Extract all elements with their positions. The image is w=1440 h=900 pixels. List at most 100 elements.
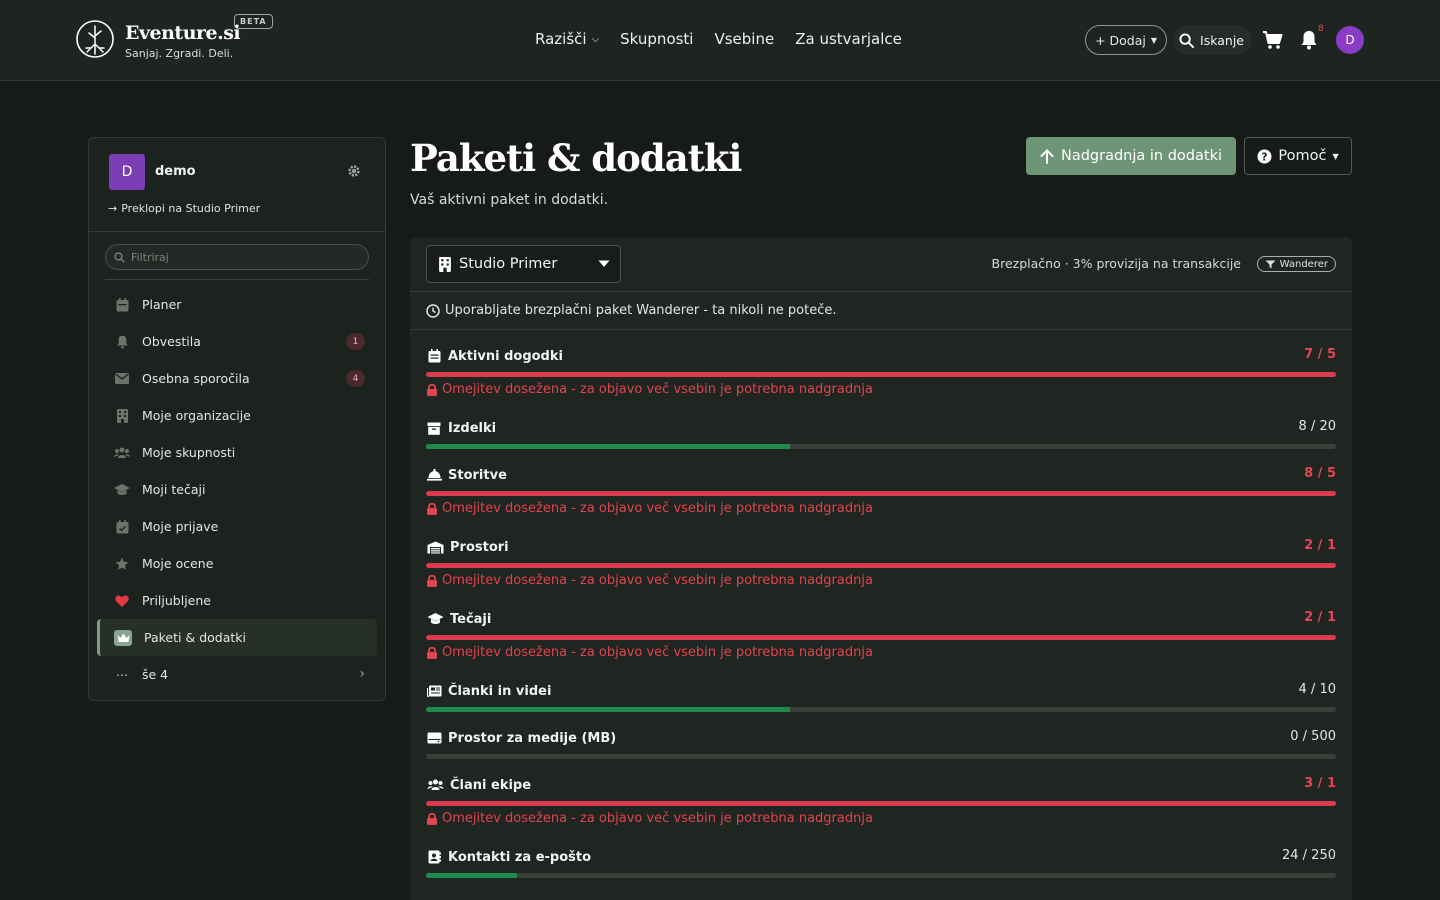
hdd-icon [426, 730, 442, 746]
search-button[interactable]: Iskanje [1173, 25, 1252, 55]
upgrade-button[interactable]: Nadgradnja in dodatki [1026, 137, 1236, 175]
nav-item-content[interactable]: Vsebine [714, 30, 774, 48]
users-icon [426, 777, 444, 793]
usage-bar-fill [426, 372, 1336, 377]
graduation-cap-icon [114, 482, 130, 498]
limit-warning: Omejitev dosežena - za objavo več vsebin… [426, 811, 873, 826]
bell-service-icon [426, 467, 442, 483]
ellipsis-icon: ⋯ [116, 667, 128, 682]
nav-item-explore[interactable]: Razišči ⌵ [535, 30, 599, 48]
limit-count: 2 / 1 [1304, 538, 1336, 553]
brand-logo[interactable]: Eventure.si Sanjaj. Zgradi. Deli. [74, 18, 241, 60]
limit-team-members: Člani ekipe 3 / 1 Omejitev dosežena - za… [426, 776, 1336, 826]
limit-email-contacts: Kontakti za e-pošto 24 / 250 [426, 848, 1336, 878]
sidebar-item-courses[interactable]: Moji tečaji [97, 471, 377, 508]
sidebar-item-reviews[interactable]: Moje ocene [97, 545, 377, 582]
newspaper-icon [426, 683, 442, 699]
bell-icon [1301, 31, 1317, 50]
user-avatar[interactable]: D [1336, 26, 1364, 54]
usage-bar [426, 873, 1336, 878]
profile-name: demo [155, 164, 196, 179]
building-icon [439, 256, 451, 272]
caret-down-icon: ▼ [1150, 35, 1158, 45]
box-icon [426, 420, 442, 436]
search-icon [114, 251, 125, 263]
limit-count: 4 / 10 [1298, 682, 1336, 697]
arrow-up-icon [1040, 148, 1054, 164]
usage-bar-fill [426, 707, 790, 712]
notification-count: 8 [1318, 24, 1324, 34]
usage-bar [426, 635, 1336, 640]
usage-bar [426, 563, 1336, 568]
sidebar-item-registrations[interactable]: Moje prijave [97, 508, 377, 545]
count-badge: 4 [346, 370, 365, 387]
studio-select[interactable]: Studio Primer [426, 245, 621, 283]
heart-icon [114, 593, 130, 609]
usage-bar-fill [426, 635, 1336, 640]
caret-down-icon: ▼ [1332, 151, 1339, 161]
beta-badge: BETA [234, 14, 273, 29]
notifications-button[interactable]: 8 [1300, 24, 1324, 50]
sidebar-item-favorites[interactable]: Priljubljene [97, 582, 377, 619]
search-icon [1179, 32, 1195, 48]
limit-label: Tečaji [450, 611, 492, 627]
tree-logo-icon [76, 20, 114, 58]
nav-item-creators[interactable]: Za ustvarjalce [795, 30, 902, 48]
limit-venues: Prostori 2 / 1 Omejitev dosežena - za ob… [426, 538, 1336, 588]
plan-card: Studio Primer Brezplačno · 3% provizija … [410, 237, 1352, 900]
chevron-right-icon: › [359, 666, 365, 682]
lock-icon [427, 812, 437, 825]
cart-icon[interactable] [1262, 29, 1284, 51]
limit-products: Izdelki 8 / 20 [426, 419, 1336, 449]
caret-down-icon [598, 260, 610, 267]
limit-courses: Tečaji 2 / 1 Omejitev dosežena - za obja… [426, 610, 1336, 660]
limit-count: 2 / 1 [1304, 610, 1336, 625]
sidebar-item-packages[interactable]: Paketi & dodatki [97, 619, 377, 656]
lock-icon [427, 502, 437, 515]
envelope-icon [114, 371, 130, 387]
limit-label: Kontakti za e-pošto [448, 849, 592, 865]
lock-icon [427, 383, 437, 396]
usage-bar-fill [426, 444, 790, 449]
usage-bar-fill [426, 563, 1336, 568]
usage-bar-fill [426, 873, 517, 878]
limit-warning: Omejitev dosežena - za objavo več vsebin… [426, 645, 873, 660]
limit-count: 8 / 5 [1304, 466, 1336, 481]
sidebar-item-organizations[interactable]: Moje organizacije [97, 397, 377, 434]
add-button[interactable]: + Dodaj ▼ [1085, 25, 1168, 55]
lock-icon [427, 646, 437, 659]
limit-warning: Omejitev dosežena - za objavo več vsebin… [426, 501, 873, 516]
usage-bar [426, 444, 1336, 449]
limit-media-storage: Prostor za medije (MB) 0 / 500 [426, 729, 1336, 759]
sidebar: D demo → Preklopi na Studio Primer Filtr… [88, 137, 386, 701]
header-actions: + Dodaj ▼ Iskanje 8 D [1085, 24, 1364, 56]
gear-icon[interactable] [347, 164, 361, 178]
bell-icon [114, 334, 130, 350]
sidebar-item-notifications[interactable]: Obvestila 1 [97, 323, 377, 360]
count-badge: 1 [346, 333, 365, 350]
main-nav: Razišči ⌵ Skupnosti Vsebine Za ustvarjalc… [535, 30, 902, 48]
calendar-icon [114, 297, 130, 313]
brand-name: Eventure.si [125, 22, 241, 44]
filter-input[interactable]: Filtriraj [105, 244, 369, 270]
limit-label: Aktivni dogodki [448, 348, 563, 364]
help-button[interactable]: ? Pomoč ▼ [1244, 137, 1352, 175]
profile-block: D demo → Preklopi na Studio Primer [89, 138, 385, 232]
plan-badge: Wanderer [1256, 256, 1336, 272]
nav-item-communities[interactable]: Skupnosti [620, 30, 693, 48]
address-book-icon [426, 849, 442, 865]
limit-label: Izdelki [448, 420, 497, 436]
limit-label: Člani ekipe [450, 777, 532, 793]
crown-icon [114, 629, 132, 646]
sidebar-item-messages[interactable]: Osebna sporočila 4 [97, 360, 377, 397]
sidebar-item-planner[interactable]: Planer [97, 286, 377, 323]
limit-count: 8 / 20 [1298, 419, 1336, 434]
sidebar-item-communities[interactable]: Moje skupnosti [97, 434, 377, 471]
plan-info: Brezplačno · 3% provizija na transakcije [991, 256, 1241, 271]
brand-tagline: Sanjaj. Zgradi. Deli. [125, 47, 234, 60]
switch-profile-link[interactable]: → Preklopi na Studio Primer [108, 202, 260, 215]
usage-bar [426, 707, 1336, 712]
limit-count: 24 / 250 [1282, 848, 1336, 863]
sidebar-item-more[interactable]: ⋯ še 4 › [97, 656, 377, 693]
limit-label: Članki in videi [448, 683, 552, 699]
